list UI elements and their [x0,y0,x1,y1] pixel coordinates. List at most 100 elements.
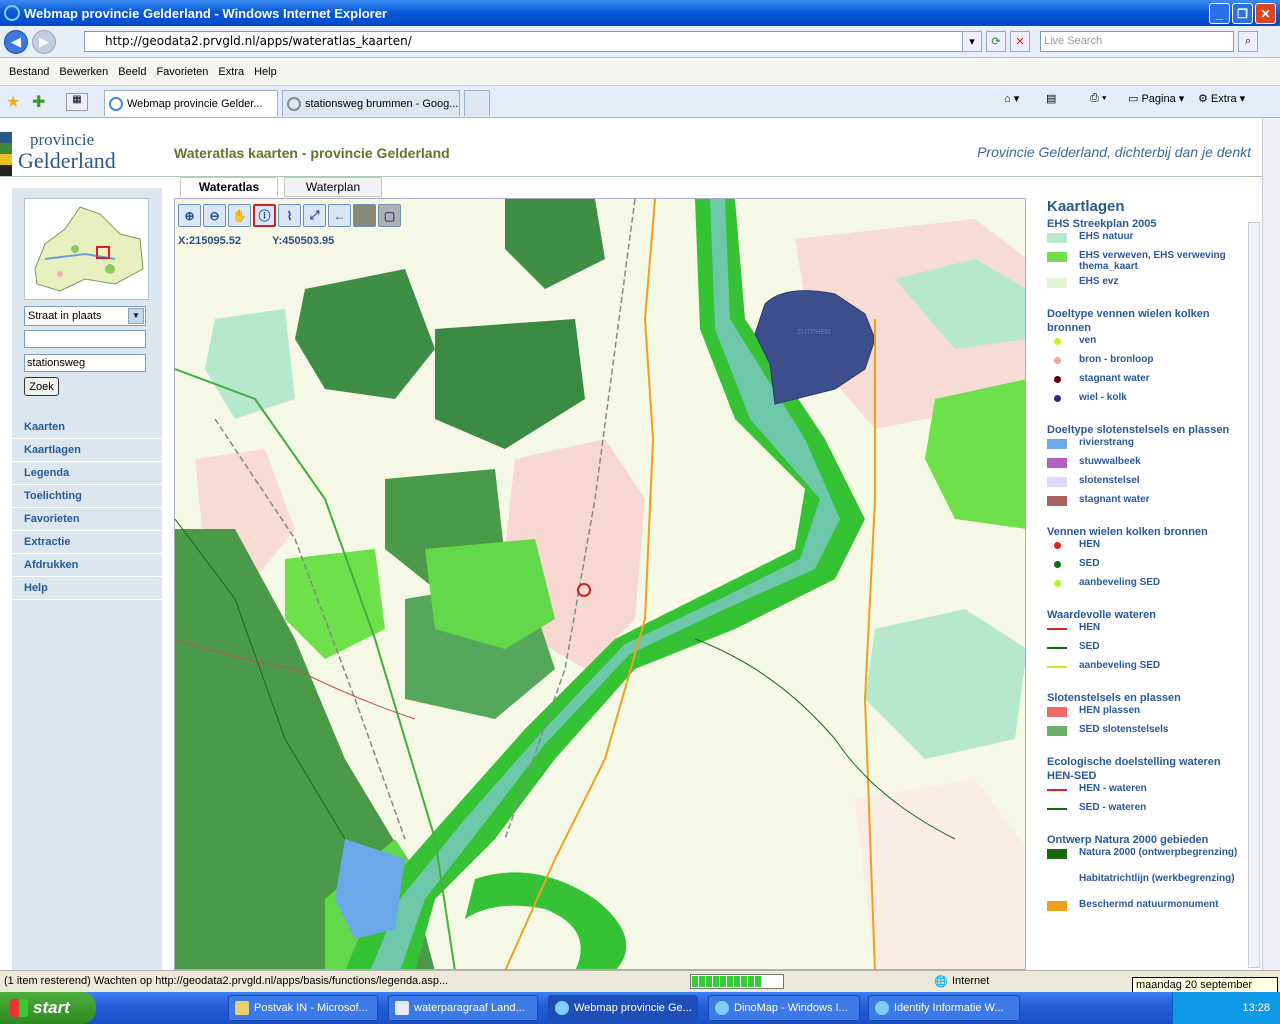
menu-bar: Bestand Bewerken Beeld Favorieten Extra … [0,58,1280,86]
overview-map[interactable] [24,198,149,300]
progress-segment [713,976,719,987]
legend-item: HEN plassen [1040,705,1248,724]
legend-item: HEN [1040,539,1248,558]
map-canvas[interactable]: ZUTPHEN [174,198,1026,970]
window-title: Webmap provincie Gelderland - Windows In… [24,5,387,21]
legend-label: HEN plassen [1079,705,1141,716]
address-dropdown-button[interactable]: ▾ [962,31,982,52]
tab-google-maps[interactable]: stationsweg brummen - Goog... [282,90,460,116]
grey-layer-icon[interactable]: ▢ [378,204,401,227]
previous-extent-icon[interactable]: ← [328,204,351,227]
progress-segment [734,976,740,987]
legend-symbol [1047,252,1067,262]
menu-help[interactable]: Help [254,66,277,78]
nav-toelichting[interactable]: Toelichting [12,485,162,508]
y-coordinate: Y:450503.95 [272,235,335,247]
pan-hand-icon[interactable]: ✋ [228,204,251,227]
tools-menu[interactable]: ⚙ Extra ▾ [1198,92,1245,106]
menu-bewerken[interactable]: Bewerken [59,66,108,78]
street-input[interactable]: stationsweg [24,354,146,372]
legend-label: ven [1079,335,1097,346]
nav-kaartlagen[interactable]: Kaartlagen [12,439,162,462]
page-scrollbar[interactable] [1262,118,1280,970]
legend-group-title: Ontwerp Natura 2000 gebieden [1047,834,1209,846]
tab-webmap[interactable]: Webmap provincie Gelder... [104,90,278,116]
quick-tabs-icon[interactable]: ▦ [66,93,88,111]
legend-symbol [1054,395,1061,402]
tab-wateratlas[interactable]: Wateratlas [180,177,278,197]
add-favorite-icon[interactable]: ✚ [32,92,45,112]
legend-symbol [1047,278,1067,288]
legend-label: SED [1079,558,1100,569]
progress-segment [727,976,733,987]
stop-button[interactable]: ✕ [1010,31,1030,52]
zoom-in-icon[interactable]: ⊕ [178,204,201,227]
zoek-button[interactable]: Zoek [24,377,59,396]
tab-waterplan[interactable]: Waterplan [284,177,382,197]
status-bar: (1 item resterend) Wachten op http://geo… [0,970,1280,992]
menu-beeld[interactable]: Beeld [118,66,146,78]
legend-symbol [1054,561,1061,568]
clock[interactable]: 13:28 [1242,1002,1270,1014]
window-titlebar[interactable]: Webmap provincie Gelderland - Windows In… [0,0,1280,26]
favorites-star-icon[interactable]: ★ [6,92,20,112]
legend-label: HEN [1079,622,1101,633]
forward-button[interactable]: ▶ [32,29,56,54]
minimize-button[interactable]: _ [1209,3,1230,24]
menu-extra[interactable]: Extra [218,66,244,78]
feeds-icon[interactable]: ▤ [1046,92,1056,105]
close-button[interactable]: ✕ [1255,3,1276,24]
maximize-button[interactable]: ❐ [1232,3,1253,24]
nav-kaarten[interactable]: Kaarten [12,416,162,439]
nav-afdrukken[interactable]: Afdrukken [12,554,162,577]
legend-symbol [1047,647,1067,649]
page-menu[interactable]: ▭ Pagina ▾ [1128,92,1184,106]
page-title: Wateratlas kaarten - provincie Gelderlan… [174,145,450,161]
menu-bestand[interactable]: Bestand [9,66,49,78]
search-mode-select[interactable]: Straat in plaats ▼ [24,306,146,326]
nav-help[interactable]: Help [12,577,162,600]
legend-label: EHS verweven, EHS verweving thema_kaart [1079,250,1226,272]
legend-group-title: Vennen wielen kolken bronnen [1047,526,1208,538]
legend-symbol [1054,542,1061,549]
legend-group: Ecologische doelstelling wateren HEN-SED… [1040,755,1248,821]
legend-scrollbar[interactable] [1248,222,1260,968]
search-icon[interactable]: ⌕ [1238,31,1258,52]
legend-label: slotenstelsel [1079,475,1140,486]
globe-icon: 🌐 [934,976,948,988]
legend-symbol [1047,808,1067,810]
taskbar-item-word[interactable]: waterparagraaf Land... [388,995,538,1021]
taskbar-item-webmap[interactable]: Webmap provincie Ge... [548,995,698,1021]
print-icon[interactable]: ⎙ ▾ [1090,92,1106,105]
nav-favorieten[interactable]: Favorieten [12,508,162,531]
legend-item: HEN [1040,622,1248,641]
new-tab-button[interactable] [464,90,490,116]
nav-legenda[interactable]: Legenda [12,462,162,485]
taskbar-item-outlook[interactable]: Postvak IN - Microsof... [228,995,378,1021]
nav-extractie[interactable]: Extractie [12,531,162,554]
start-button[interactable]: start [0,992,96,1024]
legend-item: rivierstrang [1040,437,1248,456]
legend-symbol [1047,458,1067,468]
progress-segment [692,976,698,987]
legend-symbol [1054,338,1061,345]
ie-icon [4,5,20,21]
x-coordinate: X:215095.52 [178,235,241,247]
refresh-button[interactable]: ⟳ [986,31,1006,52]
taskbar-item-identify[interactable]: Identify Informatie W... [868,995,1020,1021]
place-input[interactable] [24,330,146,348]
side-nav: Kaarten Kaartlagen Legenda Toelichting F… [12,416,162,600]
address-input[interactable]: http://geodata2.prvgld.nl/apps/wateratla… [84,31,978,52]
taskbar-item-dinomap[interactable]: DinoMap - Windows I... [708,995,860,1021]
back-button[interactable]: ◀ [4,29,28,54]
live-search-input[interactable]: Live Search [1040,31,1234,52]
home-icon[interactable]: ⌂ ▾ [1004,92,1019,105]
aerial-photo-icon[interactable] [353,204,376,227]
menu-favorieten[interactable]: Favorieten [156,66,208,78]
taskbar: start Postvak IN - Microsof... waterpara… [0,992,1280,1024]
full-extent-icon[interactable]: ⤢ [303,204,326,227]
measure-icon[interactable]: ⌇ [278,204,301,227]
identify-info-icon[interactable]: ⓘ [253,204,276,227]
zoom-out-icon[interactable]: ⊖ [203,204,226,227]
legend-symbol [1047,477,1067,487]
